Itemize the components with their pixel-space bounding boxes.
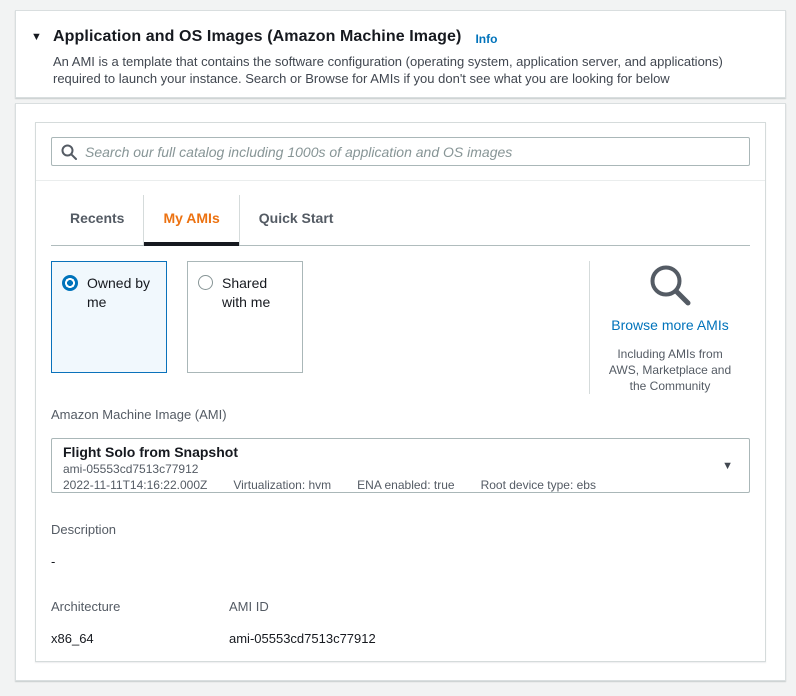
ami-id-detail: AMI ID ami-05553cd7513c77912 — [229, 599, 376, 646]
ami-panel-content: Recents My AMIs Quick Start Owned by me … — [36, 195, 765, 646]
ami-search-box[interactable] — [51, 137, 750, 166]
ami-panel-inner-container: Recents My AMIs Quick Start Owned by me … — [35, 122, 766, 662]
select-caret-down-icon[interactable]: ▼ — [722, 460, 733, 472]
info-link[interactable]: Info — [475, 32, 497, 46]
ami-meta-virtualization: Virtualization: hvm — [233, 478, 332, 492]
filter-label-owned-by-me: Owned by me — [87, 275, 151, 310]
filter-card-owned-by-me[interactable]: Owned by me — [51, 261, 167, 373]
ami-id-value: ami-05553cd7513c77912 — [229, 631, 376, 646]
tab-quick-start[interactable]: Quick Start — [238, 195, 353, 245]
ami-id-label: AMI ID — [229, 599, 269, 614]
browse-note-line: AWS, Marketplace and — [608, 363, 732, 377]
radio-selected-icon[interactable] — [62, 275, 78, 291]
filter-label-shared-with-me: Shared with me — [222, 275, 271, 310]
description-value: - — [51, 554, 56, 569]
tab-recents[interactable]: Recents — [51, 195, 143, 245]
ami-name: Flight Solo from Snapshot — [63, 444, 238, 460]
ami-panel-card: Recents My AMIs Quick Start Owned by me … — [15, 103, 786, 681]
ami-search-region — [36, 123, 765, 181]
browse-note-line: the Community — [629, 379, 711, 393]
ami-select-label: Amazon Machine Image (AMI) — [51, 407, 227, 422]
search-icon — [61, 144, 77, 160]
architecture-label: Architecture — [51, 599, 121, 614]
browse-note-line: Including AMIs from — [617, 347, 723, 361]
section-title-row: ▼ Application and OS Images (Amazon Mach… — [31, 28, 765, 46]
description-detail: Description - — [51, 522, 750, 569]
browse-more-amis-link[interactable]: Browse more AMIs — [611, 317, 728, 333]
ami-meta-row: 2022-11-11T14:16:22.000Z Virtualization:… — [63, 478, 705, 492]
architecture-value: x86_64 — [51, 631, 94, 646]
ami-meta-root-device: Root device type: ebs — [480, 478, 596, 492]
browse-more-amis-panel: Browse more AMIs Including AMIs from AWS… — [589, 261, 750, 394]
section-description: An AMI is a template that contains the s… — [53, 54, 723, 86]
description-label: Description — [51, 522, 117, 537]
filter-card-shared-with-me[interactable]: Shared with me — [187, 261, 303, 373]
ami-section-header-card: ▼ Application and OS Images (Amazon Mach… — [15, 10, 786, 98]
architecture-detail: Architecture x86_64 — [51, 599, 229, 646]
ami-select-dropdown[interactable]: Flight Solo from Snapshot ami-05553cd751… — [51, 438, 750, 493]
ami-id: ami-05553cd7513c77912 — [63, 462, 199, 476]
section-collapse-triangle-icon[interactable]: ▼ — [31, 31, 53, 43]
radio-unselected-icon[interactable] — [198, 275, 213, 290]
tab-my-amis[interactable]: My AMIs — [143, 195, 240, 246]
ami-filter-row: Owned by me Shared with me Browse more A… — [51, 261, 750, 394]
ami-source-tabs: Recents My AMIs Quick Start — [51, 195, 750, 246]
ami-search-input[interactable] — [85, 143, 740, 160]
section-title: Application and OS Images (Amazon Machin… — [53, 28, 462, 45]
browse-search-icon — [650, 265, 691, 306]
details-row: Architecture x86_64 AMI ID ami-05553cd75… — [51, 599, 750, 646]
ami-meta-ena: ENA enabled: true — [357, 478, 455, 492]
browse-more-amis-note: Including AMIs from AWS, Marketplace and… — [609, 346, 731, 394]
ami-meta-timestamp: 2022-11-11T14:16:22.000Z — [63, 478, 208, 492]
